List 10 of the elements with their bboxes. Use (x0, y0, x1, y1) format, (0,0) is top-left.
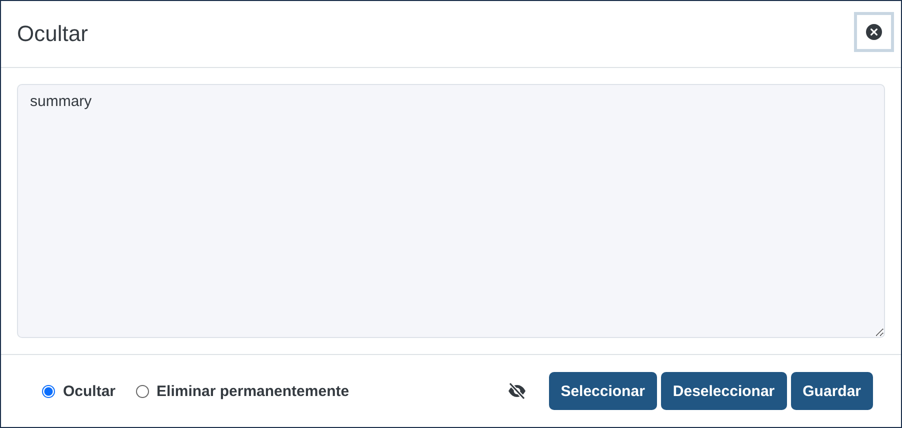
action-button[interactable]: Seleccionar (548, 372, 657, 410)
close-icon (866, 24, 882, 40)
text-area[interactable]: summary (17, 84, 885, 338)
action-button[interactable]: Deseleccionar (660, 372, 787, 410)
radio-option[interactable]: Ocultar (42, 382, 116, 400)
close-button[interactable] (854, 12, 894, 52)
radio-option[interactable]: Eliminar permanentemente (136, 382, 350, 400)
dialog-title: Ocultar (17, 21, 88, 47)
eye-slash-icon[interactable] (506, 382, 527, 400)
action-button[interactable]: Guardar (790, 372, 873, 410)
